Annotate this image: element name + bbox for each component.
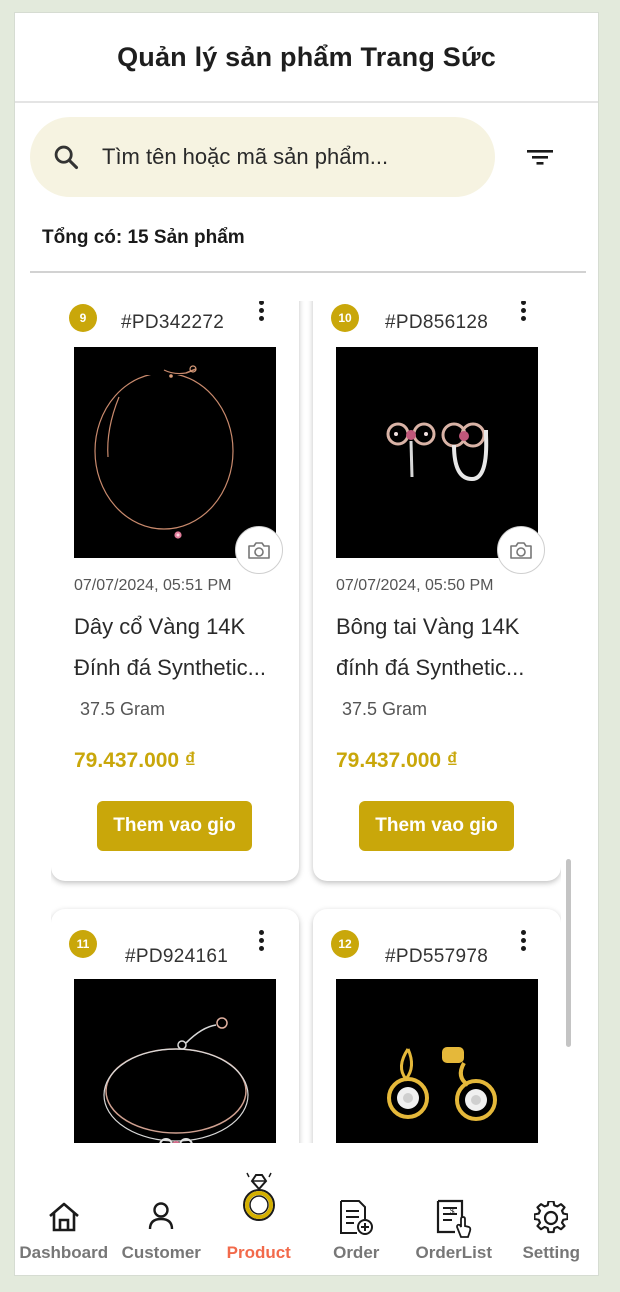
product-date: 07/07/2024, 05:50 PM xyxy=(336,577,494,594)
search-box[interactable] xyxy=(30,117,495,197)
nav-item-order[interactable]: Order xyxy=(308,1143,406,1275)
scrollbar[interactable] xyxy=(566,859,571,1047)
gear-icon xyxy=(534,1201,569,1234)
product-grid: 9 #PD342272 07/07/2024, 05:51 PM Dây cổ … xyxy=(51,301,561,1143)
page-title: Quản lý sản phẩm Trang Sức xyxy=(117,41,496,72)
nav-label: Product xyxy=(226,1243,291,1262)
product-card[interactable]: 12 #PD557978 xyxy=(313,909,561,1143)
bottom-nav: Dashboard Customer Product Order $ Order… xyxy=(15,1143,599,1275)
product-date: 07/07/2024, 05:51 PM xyxy=(74,577,232,594)
product-name: Dây cổ Vàng 14K Đính đá Synthetic... xyxy=(74,606,280,688)
product-weight: 37.5 Gram xyxy=(80,699,166,719)
product-name-line: Bông tai Vàng 14K xyxy=(336,614,520,639)
user-icon xyxy=(149,1202,174,1230)
index-badge: 12 xyxy=(331,930,359,958)
more-options-icon[interactable] xyxy=(254,930,268,956)
add-to-cart-button[interactable]: Them vao gio xyxy=(97,801,252,851)
index-badge: 9 xyxy=(69,304,97,332)
search-input[interactable] xyxy=(102,144,482,170)
nav-item-orderlist[interactable]: $ OrderList xyxy=(405,1143,503,1275)
index-badge: 10 xyxy=(331,304,359,332)
product-weight: 37.5 Gram xyxy=(342,699,428,719)
orderlist-icon: $ xyxy=(436,1199,471,1238)
product-name-line: Đính đá Synthetic... xyxy=(74,655,266,680)
ring-icon xyxy=(242,1172,275,1221)
product-name-line: Dây cổ Vàng 14K xyxy=(74,614,246,639)
home-icon xyxy=(48,1202,79,1232)
product-name-line: đính đá Synthetic... xyxy=(336,655,525,680)
search-icon xyxy=(54,145,79,170)
more-options-icon[interactable] xyxy=(254,301,268,326)
divider xyxy=(30,271,586,273)
nav-label: Customer xyxy=(121,1243,201,1262)
index-badge: 11 xyxy=(69,930,97,958)
order-icon xyxy=(340,1200,374,1235)
search-row xyxy=(30,117,585,197)
nav-label: OrderList xyxy=(415,1243,493,1262)
product-name: Bông tai Vàng 14K đính đá Synthetic... xyxy=(336,606,542,688)
product-price: 79.437.000 ₫ xyxy=(336,749,458,772)
product-code: #PD342272 xyxy=(121,312,225,333)
app-header: Quản lý sản phẩm Trang Sức xyxy=(15,13,598,103)
product-image-necklace xyxy=(74,347,276,558)
nav-item-setting[interactable]: Setting xyxy=(503,1143,599,1275)
product-code: #PD557978 xyxy=(385,946,489,967)
product-image-gold-earrings xyxy=(336,979,538,1143)
add-to-cart-button[interactable]: Them vao gio xyxy=(359,801,514,851)
camera-icon[interactable] xyxy=(235,526,283,574)
product-price: 79.437.000 ₫ xyxy=(74,749,196,772)
nav-label: Setting xyxy=(522,1243,581,1262)
product-count: Tổng có: 15 Sản phẩm xyxy=(42,227,245,248)
product-image-bracelet xyxy=(74,979,276,1143)
svg-text:$: $ xyxy=(450,1207,455,1216)
product-card[interactable]: 10 #PD856128 07/07/2024, 05:50 PM Bông t… xyxy=(313,301,561,881)
more-options-icon[interactable] xyxy=(516,930,530,956)
nav-label: Dashboard xyxy=(19,1243,109,1262)
product-code: #PD924161 xyxy=(125,946,229,967)
nav-item-product[interactable]: Product xyxy=(210,1143,308,1275)
app-frame: Quản lý sản phẩm Trang Sức Tổng có: 15 S… xyxy=(14,12,599,1276)
nav-item-dashboard[interactable]: Dashboard xyxy=(15,1143,113,1275)
nav-label: Order xyxy=(333,1243,380,1262)
product-code: #PD856128 xyxy=(385,312,489,333)
product-image-earrings xyxy=(336,347,538,558)
product-card[interactable]: 9 #PD342272 07/07/2024, 05:51 PM Dây cổ … xyxy=(51,301,299,881)
filter-icon[interactable] xyxy=(525,143,555,171)
product-card[interactable]: 11 #PD924161 xyxy=(51,909,299,1143)
more-options-icon[interactable] xyxy=(516,301,530,326)
nav-item-customer[interactable]: Customer xyxy=(113,1143,211,1275)
camera-icon[interactable] xyxy=(497,526,545,574)
